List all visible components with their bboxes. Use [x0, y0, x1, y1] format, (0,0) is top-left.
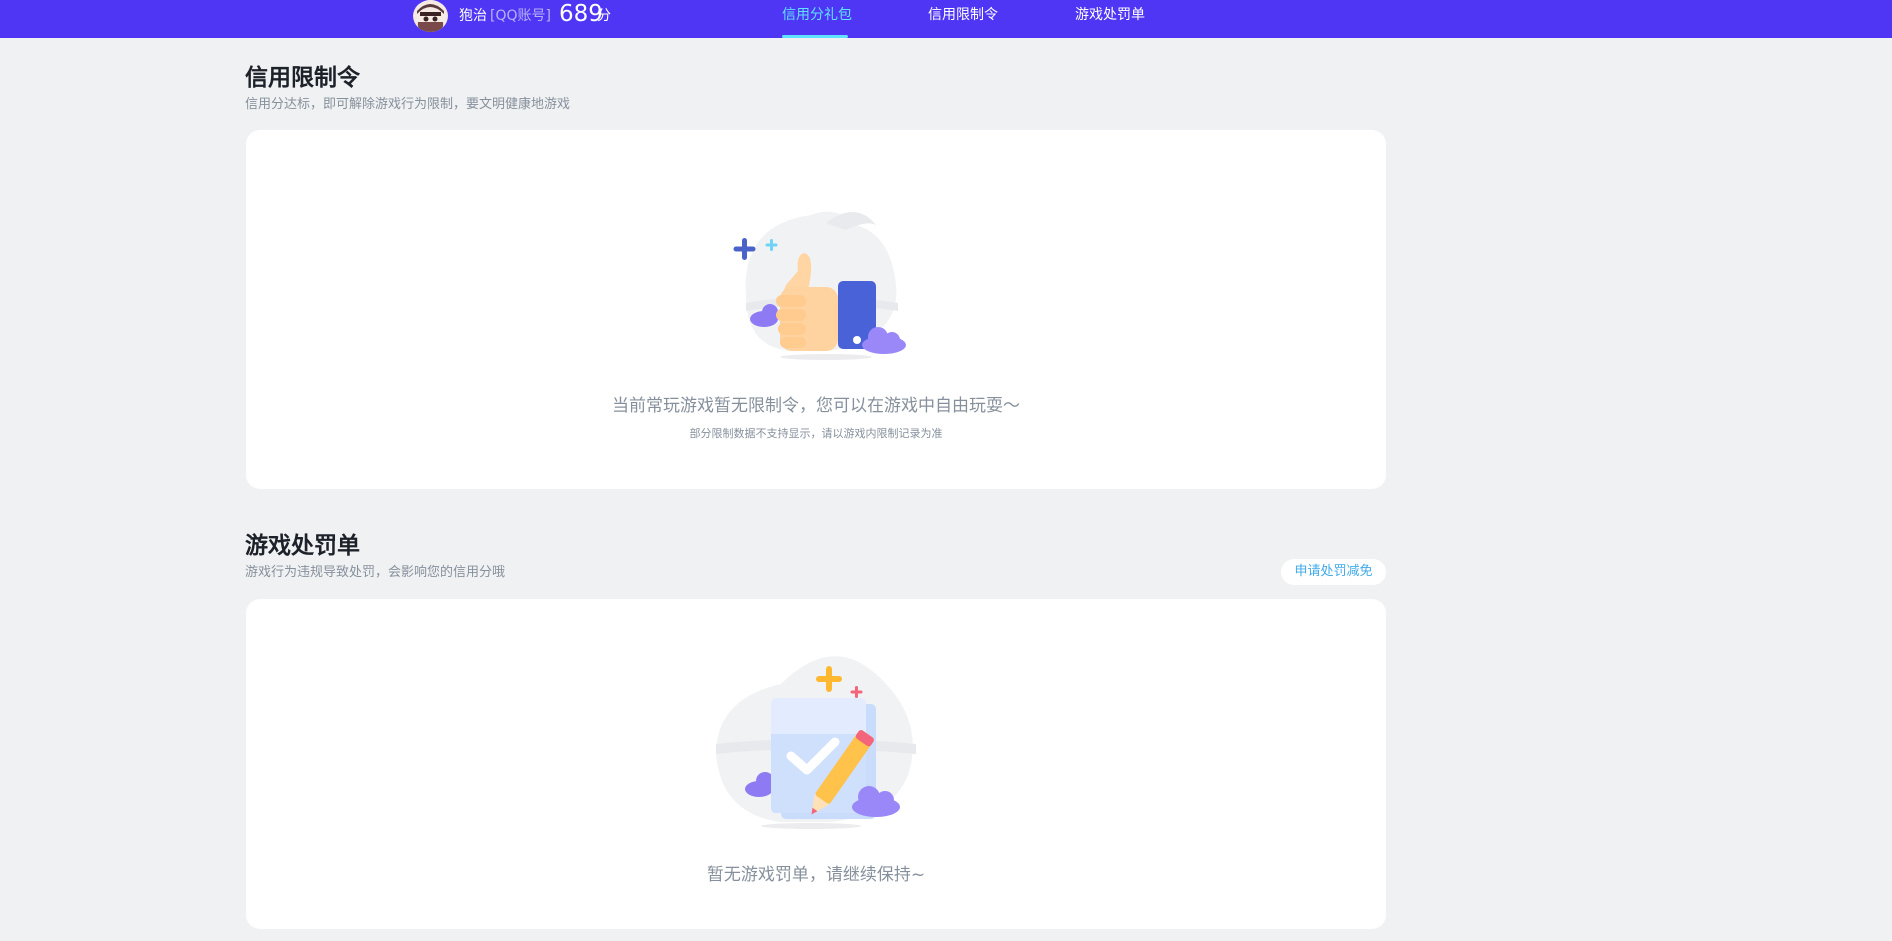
active-tab-indicator — [782, 35, 848, 38]
credit-score-unit: 分 — [597, 8, 611, 24]
user-avatar[interactable] — [413, 0, 448, 32]
tab-game-penalty[interactable]: 游戏处罚单 — [1075, 6, 1145, 24]
restriction-empty-message: 当前常玩游戏暂无限制令，您可以在游戏中自由玩耍～ — [612, 396, 1020, 416]
user-name: 狍治 — [459, 8, 487, 24]
penalty-empty-message: 暂无游戏罚单，请继续保持~ — [706, 865, 926, 885]
checklist-pencil-illustration — [711, 644, 931, 838]
restriction-card: 当前常玩游戏暂无限制令，您可以在游戏中自由玩耍～ 部分限制数据不支持显示，请以游… — [246, 130, 1386, 489]
tab-credit-restriction[interactable]: 信用限制令 — [928, 6, 998, 24]
account-type-label: [QQ账号] — [490, 8, 551, 24]
penalty-section-title: 游戏处罚单 — [245, 533, 360, 559]
thumbs-up-illustration — [716, 185, 916, 369]
restriction-section-subtitle: 信用分达标，即可解除游戏行为限制，要文明健康地游戏 — [245, 97, 571, 112]
top-nav-bar: 狍治 [QQ账号] 689 分 信用分礼包 信用限制令 游戏处罚单 — [0, 0, 1892, 38]
restriction-empty-note: 部分限制数据不支持显示，请以游戏内限制记录为准 — [689, 427, 943, 440]
penalty-section-subtitle: 游戏行为违规导致处罚，会影响您的信用分哦 — [245, 565, 506, 580]
restriction-section-title: 信用限制令 — [245, 65, 360, 91]
penalty-card: 暂无游戏罚单，请继续保持~ — [246, 599, 1386, 929]
avatar-image — [414, 0, 447, 32]
apply-penalty-reduction-button[interactable]: 申请处罚减免 — [1281, 559, 1386, 585]
tab-credit-gift[interactable]: 信用分礼包 — [782, 6, 852, 24]
